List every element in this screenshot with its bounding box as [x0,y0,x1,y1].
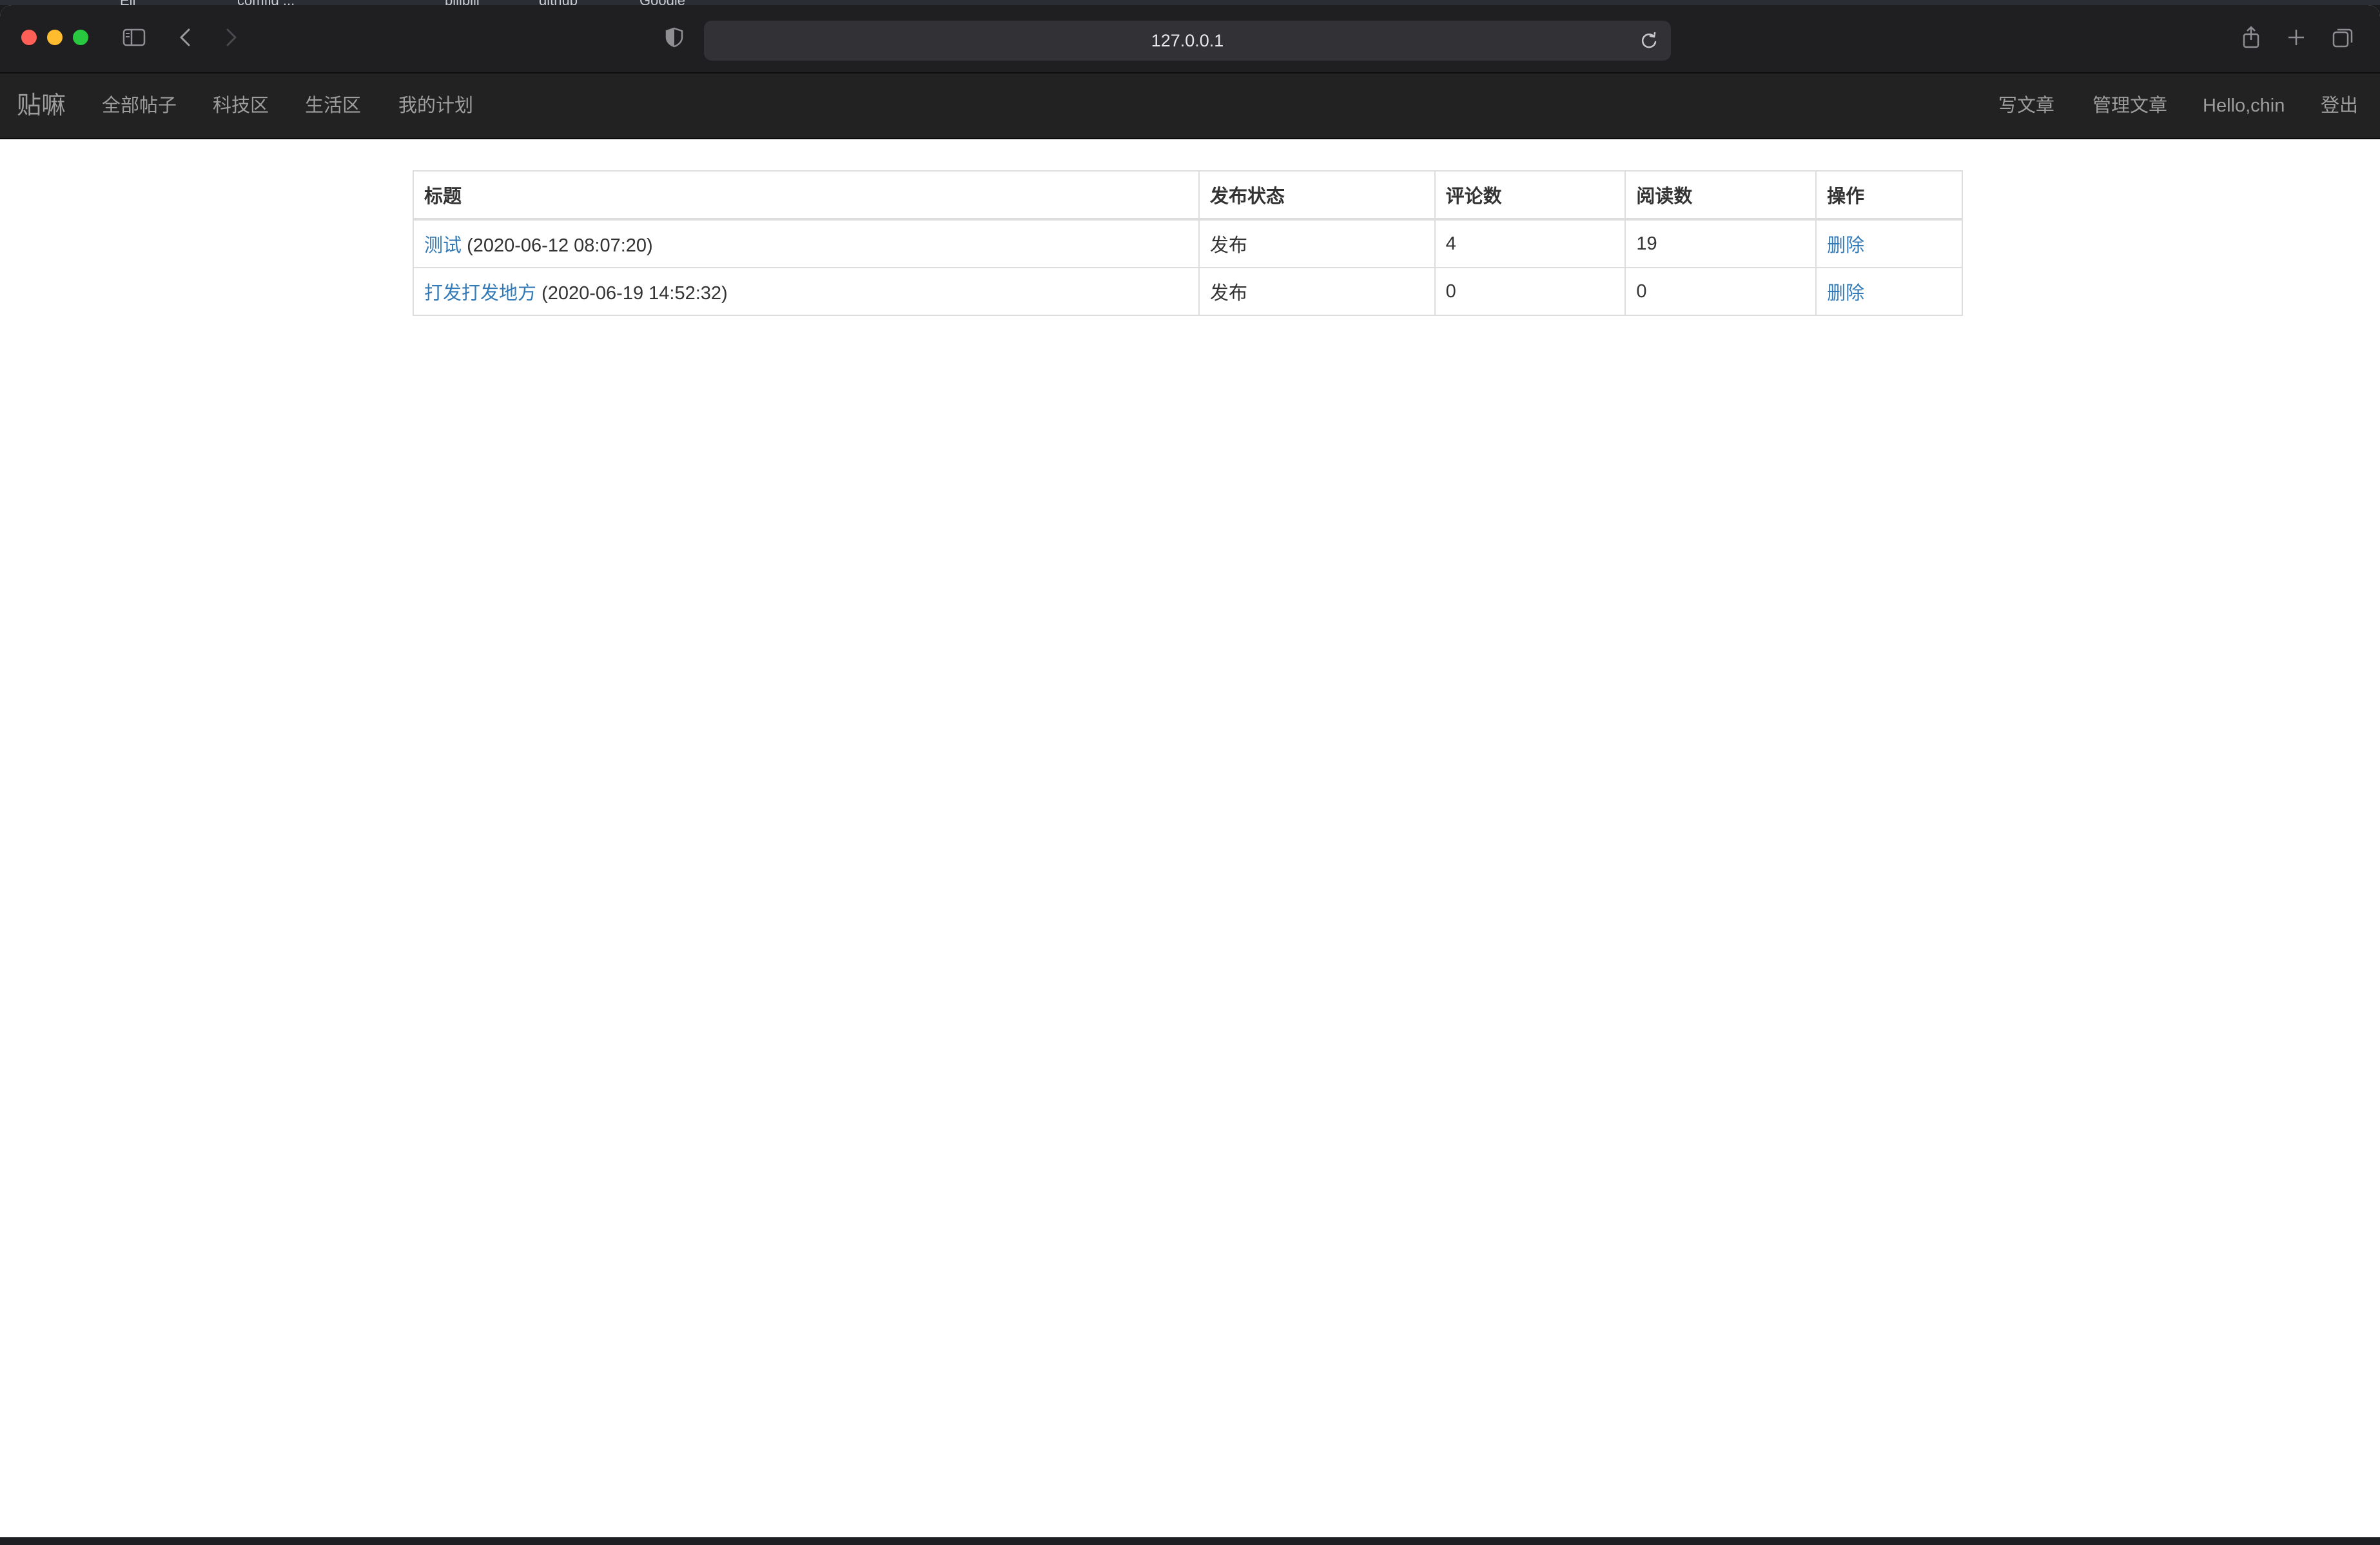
delete-link[interactable]: 删除 [1827,235,1864,256]
nav-life-section[interactable]: 生活区 [305,74,361,138]
post-date: (2020-06-19 14:52:32) [541,283,728,304]
cell-comments: 0 [1434,267,1626,316]
delete-link[interactable]: 删除 [1827,283,1864,304]
cell-title: 打发打发地方 (2020-06-19 14:52:32) [413,267,1200,316]
cell-action: 删除 [1815,267,1963,316]
cell-reads: 0 [1624,267,1817,316]
nav-write-article[interactable]: 写文章 [1998,74,2054,138]
nav-my-plans[interactable]: 我的计划 [398,74,473,138]
minimize-window-button[interactable] [47,30,63,45]
nav-user-greeting[interactable]: Hello,chin [2203,74,2285,138]
sidebar-toggle-icon[interactable] [121,25,147,50]
nav-tech-section[interactable]: 科技区 [213,74,269,138]
reload-icon[interactable] [1637,29,1661,52]
browser-window: 127.0.0.1 贴嘛 全部帖子 科技区 生活区 我的计划 写文章 管理文章 … [0,5,2380,1542]
bookmark-item[interactable]: Ell [120,0,135,5]
bookmark-item[interactable]: Google [639,0,685,5]
forward-icon[interactable] [218,25,244,50]
privacy-shield-icon[interactable] [661,25,687,50]
background-terminal-strip [0,1537,2380,1545]
bookmark-item[interactable]: comfig ... [237,0,295,5]
page-content: 标题 发布状态 评论数 阅读数 操作 测试 (2020-06-12 08:07:… [0,139,2380,1542]
cell-status: 发布 [1198,219,1436,268]
header-reads: 阅读数 [1624,170,1817,221]
cell-reads: 19 [1624,219,1817,268]
cell-action: 删除 [1815,219,1963,268]
bookmark-item[interactable]: github [539,0,578,5]
address-bar[interactable]: 127.0.0.1 [704,21,1671,61]
browser-toolbar: 127.0.0.1 [0,5,2380,74]
header-title: 标题 [413,170,1200,221]
back-icon[interactable] [173,25,199,50]
post-title-link[interactable]: 打发打发地方 [424,283,536,304]
url-text[interactable]: 127.0.0.1 [704,21,1671,61]
cell-title: 测试 (2020-06-12 08:07:20) [413,219,1200,268]
nav-all-posts[interactable]: 全部帖子 [102,74,177,138]
nav-manage-articles[interactable]: 管理文章 [2092,74,2167,138]
background-window-strip: Ell comfig ... bilibili github Google [0,0,2380,5]
header-status: 发布状态 [1198,170,1436,221]
fullscreen-window-button[interactable] [73,30,88,45]
header-actions: 操作 [1815,170,1963,221]
post-date: (2020-06-12 08:07:20) [467,235,653,256]
site-brand[interactable]: 贴嘛 [17,74,66,138]
new-tab-icon[interactable] [2283,25,2309,50]
nav-logout[interactable]: 登出 [2321,74,2358,138]
site-navbar: 贴嘛 全部帖子 科技区 生活区 我的计划 写文章 管理文章 Hello,chin… [0,74,2380,139]
share-icon[interactable] [2238,25,2264,50]
table-header-row: 标题 发布状态 评论数 阅读数 操作 [413,170,1963,221]
close-window-button[interactable] [21,30,37,45]
posts-table: 标题 发布状态 评论数 阅读数 操作 测试 (2020-06-12 08:07:… [413,170,1963,316]
cell-status: 发布 [1198,267,1436,316]
header-comments: 评论数 [1434,170,1626,221]
bookmark-item[interactable]: bilibili [445,0,480,5]
tab-overview-icon[interactable] [2330,25,2356,50]
table-row: 测试 (2020-06-12 08:07:20) 发布 4 19 删除 [413,219,1963,268]
table-row: 打发打发地方 (2020-06-19 14:52:32) 发布 0 0 删除 [413,267,1963,316]
post-title-link[interactable]: 测试 [424,235,462,256]
cell-comments: 4 [1434,219,1626,268]
